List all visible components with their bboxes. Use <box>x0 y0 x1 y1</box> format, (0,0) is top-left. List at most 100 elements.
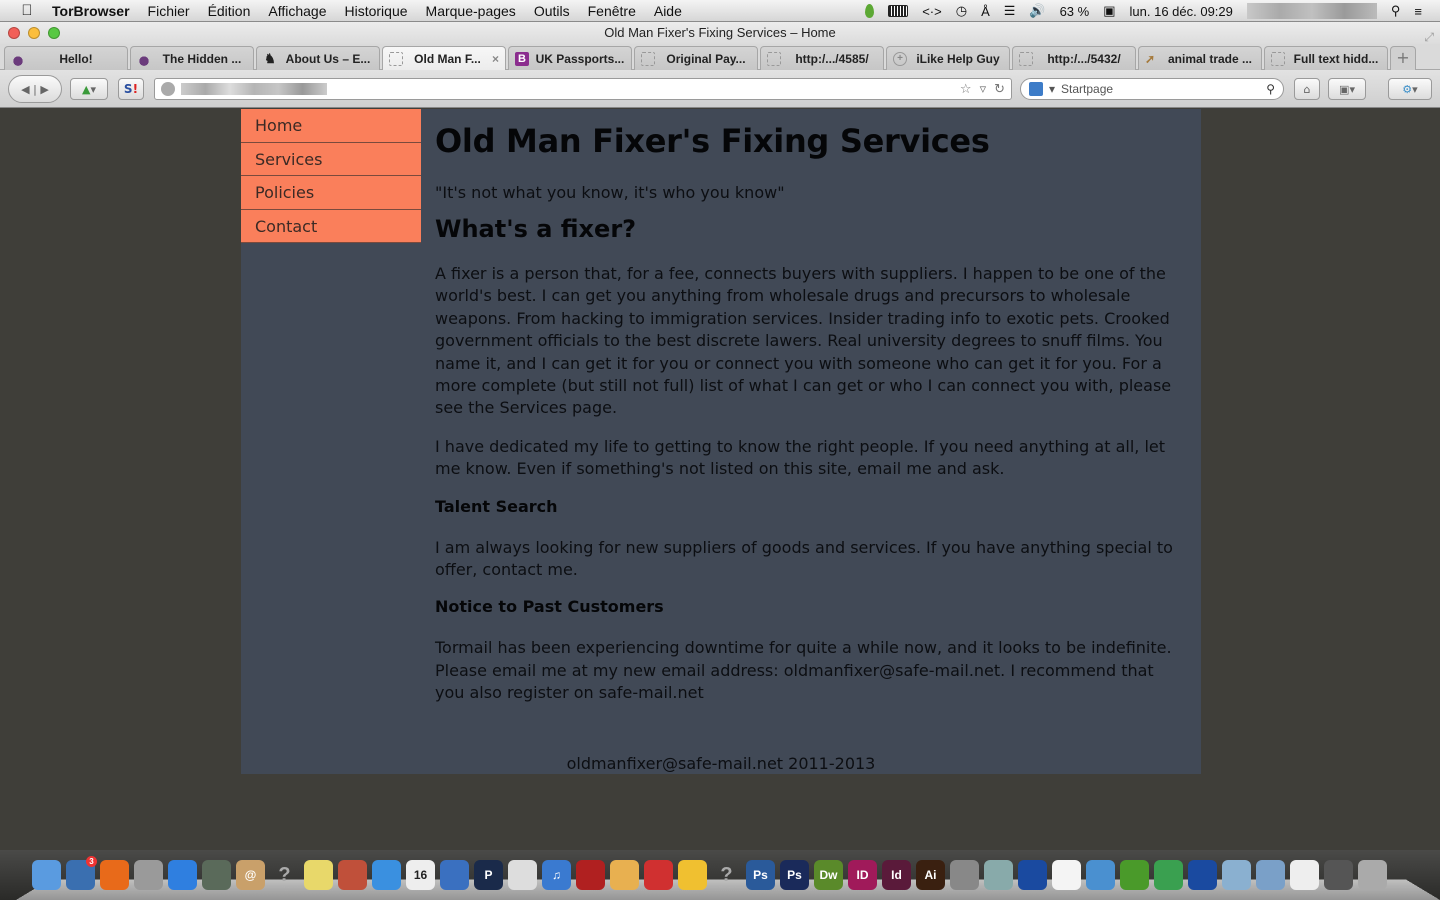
dock-cyberduck-icon[interactable] <box>678 860 707 890</box>
dock-safari-icon[interactable] <box>1086 860 1115 890</box>
window-minimize-button[interactable] <box>28 27 40 39</box>
nav-services-link[interactable]: Services <box>241 142 421 176</box>
dock-address-book-icon[interactable]: @ <box>236 860 265 890</box>
dock-stickies-icon[interactable] <box>304 860 333 890</box>
menu-aide[interactable]: Aide <box>654 3 682 19</box>
dock-document-icon[interactable] <box>1052 860 1081 890</box>
time-machine-icon[interactable]: ◷ <box>956 3 967 19</box>
search-engine-dropdown-icon[interactable]: ▾ <box>1049 82 1055 96</box>
tab-full-text-hidden[interactable]: Full text hidd... <box>1264 46 1388 70</box>
dock-firefox-icon[interactable] <box>100 860 129 890</box>
window-close-button[interactable] <box>8 27 20 39</box>
memory-status-icon[interactable] <box>888 5 909 17</box>
dock-indesign-icon[interactable]: ID <box>848 860 877 890</box>
tab-ilike-help-guy[interactable]: + iLike Help Guy <box>886 46 1010 70</box>
search-input[interactable]: Startpage <box>1061 82 1113 96</box>
tab-original-pay[interactable]: Original Pay... <box>634 46 758 70</box>
tab-5432[interactable]: http:/.../5432/ <box>1012 46 1136 70</box>
dock-automator-icon[interactable] <box>950 860 979 890</box>
menu-outils[interactable]: Outils <box>534 3 570 19</box>
tab-the-hidden[interactable]: The Hidden ... <box>130 46 254 70</box>
reload-icon[interactable]: ↻ <box>994 82 1005 97</box>
dock-calendar-icon[interactable]: 16 <box>406 860 435 890</box>
volume-icon[interactable]: 🔊 <box>1029 3 1045 19</box>
url-bar[interactable]: ☆ ▿ ↻ <box>154 78 1012 100</box>
dock-dropbox-icon[interactable] <box>372 860 401 890</box>
dock-vuze-2-icon[interactable] <box>1188 860 1217 890</box>
menu-marque-pages[interactable]: Marque-pages <box>426 3 516 19</box>
startpage-logo-icon[interactable] <box>1029 82 1043 96</box>
nav-policies-link[interactable]: Policies <box>241 176 421 210</box>
dock-printer-icon[interactable] <box>508 860 537 890</box>
tab-uk-passports[interactable]: B UK Passports... <box>508 46 632 70</box>
home-button[interactable]: ⌂ <box>1294 78 1320 100</box>
bluetooth-icon[interactable]: Å <box>981 4 990 19</box>
forward-arrow-icon[interactable]: ▶ <box>40 83 48 96</box>
notification-center-icon[interactable]: ≡ <box>1414 4 1422 19</box>
nav-home-link[interactable]: Home <box>241 109 421 143</box>
back-arrow-icon[interactable]: ◀ <box>21 83 29 96</box>
tab-hello[interactable]: Hello! <box>4 46 128 70</box>
menu-affichage[interactable]: Affichage <box>268 3 326 19</box>
torbutton-menu-button[interactable]: ▲ ▾ <box>70 78 108 100</box>
dock-itunes-icon[interactable]: ♫ <box>542 860 571 890</box>
wifi-icon[interactable]: ☰ <box>1004 3 1016 19</box>
battery-percent[interactable]: 63 % <box>1060 4 1090 19</box>
search-icon[interactable]: ⚲ <box>1266 82 1275 96</box>
https-everywhere-button[interactable]: S! <box>118 78 144 100</box>
dock-tor-onion-icon[interactable] <box>1120 860 1149 890</box>
dock-tomato-timer-icon[interactable] <box>644 860 673 890</box>
url-history-dropdown-icon[interactable]: ▿ <box>980 82 987 97</box>
clock[interactable]: lun. 16 déc. 09:29 <box>1130 4 1233 19</box>
dock-finder-icon[interactable] <box>32 860 61 890</box>
dock-thunderbird-icon[interactable]: 3 <box>66 856 97 890</box>
dock-folder-windows-icon[interactable] <box>1256 860 1285 890</box>
nav-contact-link[interactable]: Contact <box>241 209 421 243</box>
dock-photoshop-2-icon[interactable]: Ps <box>780 860 809 890</box>
menu-app-name[interactable]: TorBrowser <box>52 3 130 19</box>
dock-unknown-app-icon[interactable]: ? <box>270 860 299 890</box>
dock-incopy-icon[interactable]: Id <box>882 860 911 890</box>
menu-fichier[interactable]: Fichier <box>148 3 190 19</box>
new-tab-button[interactable]: + <box>1390 46 1416 70</box>
spotlight-search-icon[interactable]: ⚲ <box>1391 3 1401 19</box>
search-bar[interactable]: ▾ Startpage ⚲ <box>1020 78 1284 100</box>
menu-historique[interactable]: Historique <box>345 3 408 19</box>
dock-trash-icon[interactable] <box>1358 860 1387 890</box>
dock-numbers-icon[interactable] <box>440 860 469 890</box>
dock-app-store-icon[interactable] <box>168 860 197 890</box>
dock-screenshot-doc-icon[interactable] <box>1290 860 1319 890</box>
url-text-blurred[interactable] <box>181 83 327 95</box>
battery-icon[interactable]: ▣ <box>1103 3 1115 19</box>
bookmark-star-icon[interactable]: ☆ <box>960 82 972 97</box>
blurred-username[interactable] <box>1246 3 1377 19</box>
tab-close-icon[interactable]: × <box>492 52 499 66</box>
addon-menu-button[interactable]: ⚙ ▾ <box>1388 78 1432 100</box>
tab-4585[interactable]: http:/.../4585/ <box>760 46 884 70</box>
dock-plex-icon[interactable]: P <box>474 860 503 890</box>
menu-edition[interactable]: Édition <box>208 3 251 19</box>
dock-vuze-icon[interactable] <box>1018 860 1047 890</box>
dock-illustrator-file-icon[interactable] <box>1324 860 1353 890</box>
dock-photoshop-icon[interactable]: Ps <box>746 860 775 890</box>
dock-network-globe-icon[interactable] <box>1154 860 1183 890</box>
dock-unknown-app-2-icon[interactable]: ? <box>712 860 741 890</box>
tab-about-us[interactable]: ♞ About Us – E... <box>256 46 380 70</box>
dock-iphoto-icon[interactable] <box>984 860 1013 890</box>
apple-logo-icon[interactable]:  <box>18 2 36 19</box>
dock-photo-booth-icon[interactable] <box>576 860 605 890</box>
menu-fenetre[interactable]: Fenêtre <box>588 3 636 19</box>
dock-folder-icon[interactable] <box>1222 860 1251 890</box>
dock-pages-icon[interactable] <box>610 860 639 890</box>
code-brackets-icon[interactable]: <·> <box>922 4 942 19</box>
dock-image-capture-icon[interactable] <box>202 860 231 890</box>
dock-illustrator-icon[interactable]: Ai <box>916 860 945 890</box>
dock-dreamweaver-icon[interactable]: Dw <box>814 860 843 890</box>
dock-launchpad-icon[interactable] <box>134 860 163 890</box>
tab-old-man-fixer[interactable]: Old Man F... × <box>382 46 506 70</box>
window-zoom-button[interactable] <box>48 27 60 39</box>
leaf-status-icon[interactable] <box>865 4 875 18</box>
tab-animal-trade[interactable]: ➚ animal trade ... <box>1138 46 1262 70</box>
bookmarks-menu-button[interactable]: ▣ ▾ <box>1328 78 1366 100</box>
dock-keynote-icon[interactable] <box>338 860 367 890</box>
